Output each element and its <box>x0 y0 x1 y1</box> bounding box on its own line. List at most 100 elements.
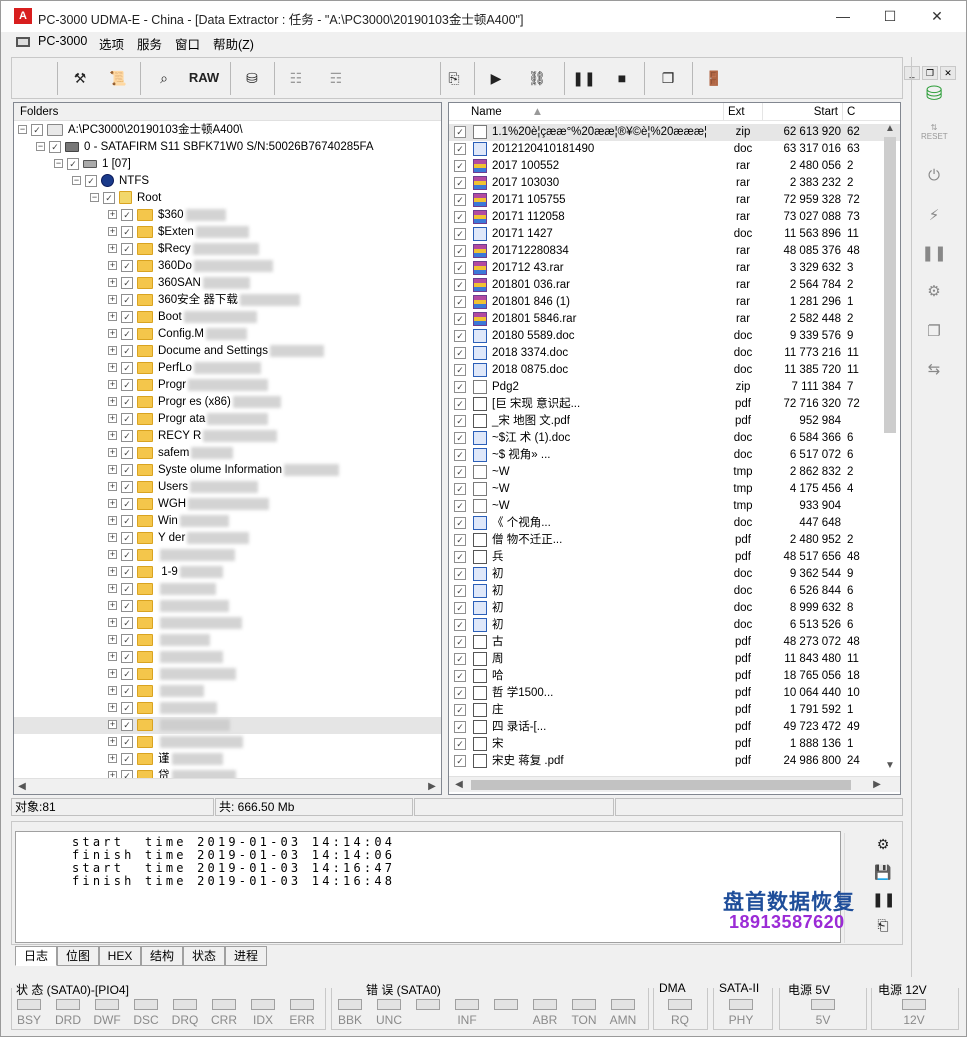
file-row[interactable]: ✓ ~$江 术 (1).doc doc 6 584 366 6 <box>449 430 900 447</box>
file-row[interactable]: ✓ 2017 100552 rar 2 480 056 2 <box>449 158 900 175</box>
expand-icon[interactable]: + <box>108 414 117 424</box>
checkbox[interactable]: ✓ <box>454 415 466 427</box>
checkbox[interactable]: ✓ <box>454 228 466 240</box>
expand-icon[interactable]: + <box>108 601 117 611</box>
file-row[interactable]: ✓ 宋史 蒋复 .pdf pdf 24 986 800 24 <box>449 753 900 770</box>
expand-icon[interactable]: + <box>108 720 117 730</box>
switch-icon[interactable]: ⚡ <box>919 201 949 231</box>
file-row[interactable]: ✓ 四 录话-[... pdf 49 723 472 49 <box>449 719 900 736</box>
expand-icon[interactable]: + <box>108 380 117 390</box>
close-button[interactable]: ✕ <box>914 1 960 32</box>
file-row[interactable]: ✓ 周 pdf 11 843 480 11 <box>449 651 900 668</box>
expand-icon[interactable]: + <box>108 652 117 662</box>
file-row[interactable]: ✓ 201712280834 rar 48 085 376 48 <box>449 243 900 260</box>
file-row[interactable]: ✓ 20171 112058 rar 73 027 088 73 <box>449 209 900 226</box>
tree-root-path[interactable]: − ✓ A:\PC3000\20190103金士顿A400\ <box>18 122 243 139</box>
checkbox[interactable]: ✓ <box>121 378 133 391</box>
checkbox[interactable]: ✓ <box>121 684 133 697</box>
tree-folder-item[interactable]: + ✓ <box>108 666 236 683</box>
expand-icon[interactable]: + <box>108 584 117 594</box>
tree-folder-item[interactable]: + ✓ <box>108 649 223 666</box>
checkbox[interactable]: ✓ <box>454 568 466 580</box>
scroll-right-icon[interactable]: ▶ <box>869 777 885 793</box>
raw-button[interactable]: RAW <box>184 64 224 92</box>
checkbox[interactable]: ✓ <box>121 242 133 255</box>
checkbox[interactable]: ✓ <box>454 534 466 546</box>
tree-folder-item[interactable]: + ✓ $Recy <box>108 241 259 258</box>
tree-folder-item[interactable]: + ✓ Progr <box>108 377 269 394</box>
collapse-icon[interactable]: − <box>54 159 63 169</box>
log-save-icon[interactable]: 💾 <box>872 861 894 883</box>
column-name[interactable]: Name ▲ <box>467 103 724 121</box>
disk-icon[interactable]: ⛁ <box>238 64 266 92</box>
tree-folder-item[interactable]: + ✓ 360Do <box>108 258 273 275</box>
file-row[interactable]: ✓ ~W tmp 933 904 <box>449 498 900 515</box>
checkbox[interactable]: ✓ <box>454 177 466 189</box>
menu-window[interactable]: 窗口 <box>175 34 200 53</box>
checkbox[interactable]: ✓ <box>121 735 133 748</box>
file-row[interactable]: ✓ 初 doc 6 526 844 6 <box>449 583 900 600</box>
checkbox[interactable]: ✓ <box>454 330 466 342</box>
checkbox[interactable]: ✓ <box>454 687 466 699</box>
file-row[interactable]: ✓ 宋 pdf 1 888 136 1 <box>449 736 900 753</box>
checkbox[interactable]: ✓ <box>454 602 466 614</box>
checkbox[interactable]: ✓ <box>454 279 466 291</box>
tab-structure[interactable]: 结构 <box>141 946 183 966</box>
file-row[interactable]: ✓ 兵 pdf 48 517 656 48 <box>449 549 900 566</box>
file-row[interactable]: ✓ 哈 pdf 18 765 056 18 <box>449 668 900 685</box>
checkbox[interactable]: ✓ <box>454 381 466 393</box>
file-row[interactable]: ✓ 201801 5846.rar rar 2 582 448 2 <box>449 311 900 328</box>
file-row[interactable]: ✓ 2017 103030 rar 2 383 232 2 <box>449 175 900 192</box>
expand-icon[interactable]: + <box>108 482 117 492</box>
checkbox[interactable]: ✓ <box>121 582 133 595</box>
checkbox[interactable]: ✓ <box>121 412 133 425</box>
file-row[interactable]: ✓ 20180 5589.doc doc 9 339 576 9 <box>449 328 900 345</box>
checkbox[interactable]: ✓ <box>121 463 133 476</box>
checkbox[interactable]: ✓ <box>121 531 133 544</box>
file-row[interactable]: ✓ 2012120410181490 doc 63 317 016 63 <box>449 141 900 158</box>
expand-icon[interactable]: + <box>108 499 117 509</box>
scroll-icon[interactable]: 📜 <box>104 64 132 92</box>
checkbox[interactable]: ✓ <box>454 636 466 648</box>
expand-icon[interactable]: + <box>108 516 117 526</box>
file-list-hscroll-thumb[interactable] <box>471 780 851 790</box>
folders-hscrollbar[interactable]: ◀ ▶ <box>14 778 441 794</box>
checkbox[interactable]: ✓ <box>454 585 466 597</box>
tree-folder-item[interactable]: + ✓ 谨 <box>108 751 223 768</box>
tree-folder-item[interactable]: + ✓ RECY R <box>108 428 278 445</box>
checkbox[interactable]: ✓ <box>85 174 97 187</box>
checkbox[interactable]: ✓ <box>454 466 466 478</box>
file-row[interactable]: ✓ 20171 105755 rar 72 959 328 72 <box>449 192 900 209</box>
tree-folder-item[interactable]: + ✓ 1-9 <box>108 564 223 581</box>
checkbox[interactable]: ✓ <box>454 721 466 733</box>
file-row[interactable]: ✓ ~$ 视角» ... doc 6 517 072 6 <box>449 447 900 464</box>
maximize-button[interactable]: ☐ <box>867 1 913 32</box>
checkbox[interactable]: ✓ <box>121 599 133 612</box>
tree-folder-item[interactable]: + ✓ <box>108 615 242 632</box>
checkbox[interactable]: ✓ <box>454 245 466 257</box>
tree-folder-item[interactable]: + ✓ <box>108 700 217 717</box>
column-start[interactable]: Start <box>763 103 843 121</box>
collapse-icon[interactable]: − <box>72 176 81 186</box>
file-row[interactable]: ✓ 初 doc 9 362 544 9 <box>449 566 900 583</box>
tree-folder-item[interactable]: + ✓ <box>108 598 229 615</box>
tree-folder-item[interactable]: + ✓ Boot <box>108 309 257 326</box>
expand-icon[interactable]: + <box>108 567 117 577</box>
checkbox[interactable]: ✓ <box>454 704 466 716</box>
file-row[interactable]: ✓ 201712 43.rar rar 3 329 632 3 <box>449 260 900 277</box>
checkbox[interactable]: ✓ <box>121 344 133 357</box>
expand-icon[interactable]: + <box>108 635 117 645</box>
tree-folder-item[interactable]: + ✓ <box>108 547 235 564</box>
menu-help[interactable]: 帮助(Z) <box>213 34 254 53</box>
checkbox[interactable]: ✓ <box>121 446 133 459</box>
checkbox[interactable]: ✓ <box>121 225 133 238</box>
checkbox[interactable]: ✓ <box>454 126 466 138</box>
file-row[interactable]: ✓ 《 个视角... doc 447 648 <box>449 515 900 532</box>
expand-icon[interactable]: + <box>108 312 117 322</box>
checkbox[interactable]: ✓ <box>121 327 133 340</box>
scroll-left-icon[interactable]: ◀ <box>451 777 467 793</box>
copy-windows-icon[interactable]: ❐ <box>654 64 682 92</box>
tree-folder-item[interactable]: + ✓ PerfLo <box>108 360 261 377</box>
checkbox[interactable]: ✓ <box>121 718 133 731</box>
checkbox[interactable]: ✓ <box>454 398 466 410</box>
